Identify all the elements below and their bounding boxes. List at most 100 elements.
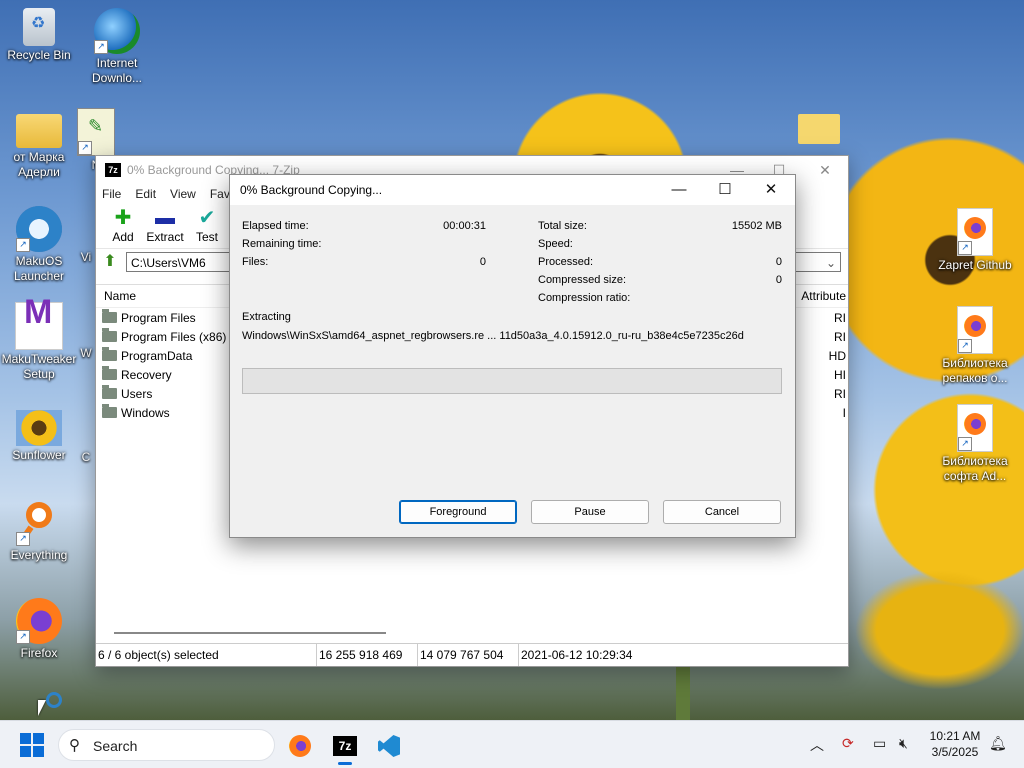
- dialog-titlebar[interactable]: 0% Background Copying... — ☐ ✕: [230, 175, 795, 205]
- notification-bell-icon[interactable]: 🔔︎: [989, 735, 1007, 752]
- operation-label: Extracting: [242, 311, 291, 323]
- desktop-icon-makuos-launcher[interactable]: ↗ MakuOS Launcher: [0, 206, 80, 284]
- vscode-icon: [378, 735, 400, 757]
- files-value: 0: [479, 256, 486, 268]
- taskbar-vscode[interactable]: [372, 729, 406, 763]
- desktop-icon-everything[interactable]: ↗ Everything: [0, 500, 80, 563]
- status-bar: 6 / 6 object(s) selected 16 255 918 469 …: [96, 643, 848, 666]
- file-name: Windows: [121, 405, 170, 420]
- desktop-icon-recycle-bin[interactable]: ♻ Recycle Bin: [0, 8, 80, 63]
- menu-view[interactable]: View: [170, 187, 196, 201]
- total-size-value: 15502 MB: [731, 220, 782, 232]
- remaining-time-label: Remaining time:: [242, 238, 322, 250]
- taskbar-7zip[interactable]: 7z: [328, 729, 362, 765]
- taskbar-search-box[interactable]: ⚲ Search: [58, 729, 275, 761]
- folder-icon: [102, 404, 117, 418]
- status-size: 16 255 918 469: [317, 644, 418, 666]
- desktop-icon-repack-library[interactable]: ↗ Библиотека репаков о...: [934, 306, 1016, 386]
- chevron-up-icon[interactable]: ︿: [810, 735, 824, 755]
- search-icon: ⚲: [69, 737, 80, 754]
- progress-dialog[interactable]: 0% Background Copying... — ☐ ✕ Elapsed t…: [229, 174, 796, 538]
- desktop-icon-partial[interactable]: Vi: [76, 250, 96, 265]
- plus-icon: ✚: [114, 207, 132, 229]
- path-text: C:\Users\VM6: [131, 256, 206, 270]
- windows-logo-icon: [20, 733, 31, 744]
- sync-icon[interactable]: ⟳: [842, 735, 854, 752]
- desktop-icon-zapret-github[interactable]: ↗ Zapret Github: [934, 208, 1016, 273]
- menu-edit[interactable]: Edit: [135, 187, 156, 201]
- everything-search-icon: ↗: [16, 500, 62, 546]
- compressed-size-label: Compressed size:: [538, 274, 627, 286]
- elapsed-time-value: 00:00:31: [443, 220, 486, 232]
- seven-zip-app-icon: 7z: [105, 163, 121, 177]
- firefox-icon: ↗: [957, 208, 993, 256]
- folder-icon: [102, 347, 117, 361]
- file-name: Program Files (x86): [121, 329, 227, 344]
- taskbar: ⚲ Search 7z ︿ ⟳ ▭ 🔇︎ 10:21 AM 3/5/2025 🔔…: [0, 720, 1024, 768]
- close-button[interactable]: ✕: [810, 160, 840, 180]
- monitor-icon[interactable]: ▭: [873, 735, 886, 752]
- clock-time: 10:21 AM: [929, 729, 981, 743]
- file-name: Recovery: [121, 367, 172, 382]
- 7zip-icon: 7z: [333, 736, 357, 756]
- busy-spinner-icon: [46, 692, 62, 708]
- total-size-label: Total size:: [538, 220, 587, 232]
- desktop-icon-internet-download-manager[interactable]: ↗ Internet Downlo...: [76, 8, 158, 86]
- file-attributes: HD: [828, 348, 846, 363]
- status-selected: 6 / 6 object(s) selected: [96, 644, 317, 666]
- desktop-icon-firefox[interactable]: ↗ Firefox: [0, 598, 80, 661]
- test-button[interactable]: ✔ Test: [186, 208, 228, 248]
- column-name[interactable]: Name: [96, 289, 136, 303]
- taskbar-firefox[interactable]: [283, 729, 317, 763]
- file-attributes: RI: [834, 329, 846, 344]
- foreground-button[interactable]: Foreground: [399, 500, 517, 524]
- file-name: Program Files: [121, 310, 196, 325]
- extract-button[interactable]: ▬ Extract: [144, 208, 186, 248]
- desktop-icon-makutweaker-setup[interactable]: M MakuTweaker Setup: [0, 295, 80, 382]
- windows-logo-icon: [33, 746, 44, 757]
- folder-icon: [102, 366, 117, 380]
- current-file-path: Windows\WinSxS\amd64_aspnet_regbrowsers.…: [242, 330, 744, 342]
- minus-icon: ▬: [155, 207, 175, 229]
- start-button[interactable]: [20, 733, 44, 757]
- firefox-icon: [289, 735, 311, 757]
- add-button-label: Add: [112, 230, 134, 244]
- makuos-launcher-icon: ↗: [16, 206, 62, 252]
- desktop-icon-partial[interactable]: W: [76, 346, 96, 361]
- status-modified: 2021-06-12 10:29:34: [521, 648, 633, 662]
- close-button[interactable]: ✕: [748, 175, 794, 205]
- file-attributes: HI: [834, 367, 846, 382]
- up-folder-icon[interactable]: ⬆: [100, 252, 120, 272]
- dialog-title: 0% Background Copying...: [240, 183, 383, 197]
- speed-label: Speed:: [538, 238, 573, 250]
- mouse-cursor-icon: [38, 700, 46, 716]
- desktop-icon-partial[interactable]: C: [76, 450, 96, 465]
- desktop-icon-mark-folder[interactable]: от Марка Адерли: [0, 108, 80, 180]
- processed-label: Processed:: [538, 256, 594, 268]
- maximize-button[interactable]: ☐: [702, 175, 748, 205]
- compressed-size-value: 0: [775, 274, 782, 286]
- compression-ratio-label: Compression ratio:: [538, 292, 631, 304]
- column-attributes[interactable]: Attribute: [801, 289, 846, 303]
- makutweaker-icon: M: [15, 295, 63, 350]
- test-button-label: Test: [195, 230, 218, 244]
- notepad-icon: ✎ ↗: [77, 108, 115, 156]
- pause-button[interactable]: Pause: [531, 500, 649, 524]
- minimize-button[interactable]: —: [656, 175, 702, 205]
- folder-icon: [16, 114, 62, 148]
- search-placeholder: Search: [93, 738, 138, 754]
- menu-file[interactable]: File: [102, 187, 121, 201]
- cancel-button[interactable]: Cancel: [663, 500, 781, 524]
- file-attributes: I: [842, 405, 846, 420]
- volume-muted-icon[interactable]: 🔇︎: [899, 735, 908, 752]
- chevron-down-icon[interactable]: ⌄: [826, 253, 836, 273]
- folder-icon: [798, 114, 840, 144]
- desktop-icon-software-library[interactable]: ↗ Библиотека софта Ad...: [934, 404, 1016, 484]
- internet-download-manager-icon: ↗: [94, 8, 140, 54]
- horizontal-scrollbar[interactable]: [114, 632, 386, 634]
- system-clock[interactable]: 10:21 AM 3/5/2025: [920, 728, 990, 760]
- sunflower-icon: [16, 410, 62, 446]
- desktop-icon-sunflower[interactable]: Sunflower: [0, 406, 80, 463]
- recycle-bin-icon: ♻: [23, 8, 55, 46]
- add-button[interactable]: ✚ Add: [102, 208, 144, 248]
